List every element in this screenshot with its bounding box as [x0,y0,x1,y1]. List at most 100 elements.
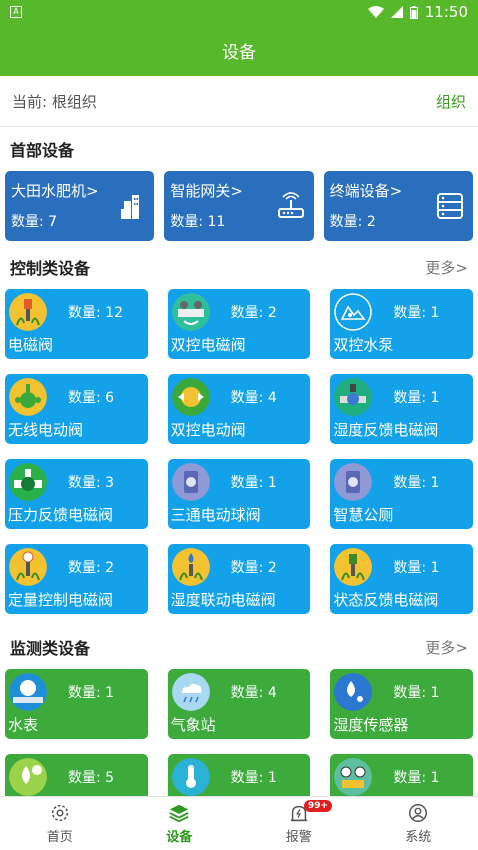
device-name: 智慧公厕 [333,506,394,524]
device-card[interactable]: 数量: 4 双控电动阀 [167,374,311,444]
device-count: 数量: 5 [68,770,115,786]
control-section-header: 控制类设备 更多> [0,245,478,289]
device-card[interactable]: 数量: 2 双控电磁阀 [167,289,311,359]
gear-icon [51,804,68,822]
clock: 11:50 [424,3,468,21]
org-button[interactable]: 组织 [436,91,466,112]
nav-label: 设备 [166,830,193,845]
nav-label: 首页 [46,830,73,845]
device-count: 数量: 1 [393,685,440,701]
device-card[interactable]: 数量: 1 [167,754,311,796]
head-card-fertilizer[interactable]: 大田水肥机> 数量: 7 [5,171,155,241]
device-card[interactable]: 数量: 2 定量控制电磁阀 [5,544,148,614]
device-count: 数量: 1 [393,475,440,491]
section-title: 首部设备 [10,141,75,160]
device-count: 数量: 1 [393,390,440,406]
device-card[interactable]: 数量: 3 压力反馈电磁阀 [5,459,148,529]
device-count: 数量: 1 [230,770,277,786]
server-icon [436,193,463,219]
battery-icon [409,5,418,19]
page-title: 设备 [222,42,256,63]
nav-alarm[interactable]: 99+ 报警 [239,797,359,850]
device-name: 湿度传感器 [333,716,409,734]
nav-label: 系统 [405,830,432,845]
device-name: 双控水泵 [333,336,394,354]
nav-home[interactable]: 首页 [0,797,120,850]
temperature-sensor-icon [171,758,210,796]
notification-icon: A [10,6,22,18]
monitor-more-link[interactable]: 更多> [425,637,468,658]
device-count: 数量: 1 [393,305,440,321]
status-bar: A 11:50 [0,0,478,24]
ball-valve-icon [171,463,210,501]
app-bar: 设备 [0,24,478,76]
device-card[interactable]: 数量: 6 无线电动阀 [5,374,148,444]
device-card[interactable]: 数量: 1 状态反馈电磁阀 [330,544,473,614]
device-card[interactable]: 数量: 1 水表 [5,669,148,739]
head-card-terminal[interactable]: 终端设备> 数量: 2 [323,171,473,241]
device-card[interactable]: 数量: 1 湿度反馈电磁阀 [330,374,473,444]
section-title: 监测类设备 [10,639,91,658]
current-org-label: 当前: 根组织 [12,92,97,111]
ec-sensor-icon [9,758,47,796]
device-name: 双控电磁阀 [170,336,246,354]
device-name: 湿度反馈电磁阀 [333,421,439,439]
device-count: 数量: 1 [68,685,115,701]
user-icon [409,804,428,822]
router-icon [277,192,304,218]
layers-icon [169,804,189,823]
wifi-icon [367,6,384,18]
device-count: 数量: 2 [68,560,115,576]
device-count: 数量: 1 [393,770,440,786]
device-card[interactable]: 数量: 1 三通电动球阀 [167,459,311,529]
head-section-header: 首部设备 [0,127,478,171]
device-count: 数量: 2 [230,560,277,576]
device-count: 数量: 4 [230,685,277,701]
nav-label: 报警 [285,830,312,845]
nav-devices[interactable]: 设备 [120,797,240,850]
device-card[interactable]: 数量: 12 电磁阀 [5,289,148,359]
bottom-nav: 首页 设备 99+ 报警 系统 [0,796,478,850]
toilet-icon [334,463,373,501]
head-card-gateway[interactable]: 智能网关> 数量: 11 [164,171,314,241]
device-card[interactable]: 数量: 5 [5,754,148,796]
device-content[interactable]: 首部设备 大田水肥机> 数量: 7 智能网关> 数量: 11 终端设备> 数量:… [0,127,478,796]
device-count: 数量: 3 [68,475,115,491]
humidity-sensor-icon [334,673,373,711]
device-count: 数量: 2 [230,305,277,321]
humidity-valve-icon [334,378,373,416]
monitor-device-grid: 数量: 1 水表 数量: 4 气象站 数量: 1 湿度传感器 数量: 5 数量:… [0,669,478,796]
device-name: 定量控制电磁阀 [8,591,114,609]
device-card[interactable]: 数量: 1 智慧公厕 [330,459,473,529]
device-count: 数量: 4 [230,390,277,406]
pressure-gauge-icon [334,758,373,796]
device-name: 湿度联动电磁阀 [170,591,276,609]
device-count: 数量: 1 [393,560,440,576]
device-card[interactable]: 数量: 1 双控水泵 [330,289,473,359]
pump-icon [334,293,373,331]
device-card[interactable]: 数量: 2 湿度联动电磁阀 [167,544,311,614]
dual-solenoid-icon [171,293,210,331]
device-card[interactable]: 数量: 1 湿度传感器 [330,669,473,739]
nav-system[interactable]: 系统 [359,797,478,850]
device-count: 数量: 12 [68,305,123,321]
water-meter-icon [9,673,47,711]
head-device-row: 大田水肥机> 数量: 7 智能网关> 数量: 11 终端设备> 数量: 2 [0,171,478,241]
humidity-link-valve-icon [171,548,210,586]
device-card[interactable]: 数量: 1 [330,754,473,796]
control-more-link[interactable]: 更多> [425,257,468,278]
device-name: 双控电动阀 [170,421,246,439]
quantitative-valve-icon [9,548,47,586]
device-name: 气象站 [170,716,216,734]
dual-electric-valve-icon [171,378,210,416]
signal-icon [390,6,403,18]
monitor-section-header: 监测类设备 更多> [0,625,478,669]
device-name: 无线电动阀 [8,421,84,439]
device-card[interactable]: 数量: 4 气象站 [167,669,311,739]
device-name: 水表 [8,716,39,734]
device-count: 数量: 6 [68,390,115,406]
breadcrumb: 当前: 根组织 组织 [0,76,478,127]
weather-station-icon [171,673,210,711]
alarm-badge: 99+ [304,800,333,812]
status-valve-icon [334,548,373,586]
